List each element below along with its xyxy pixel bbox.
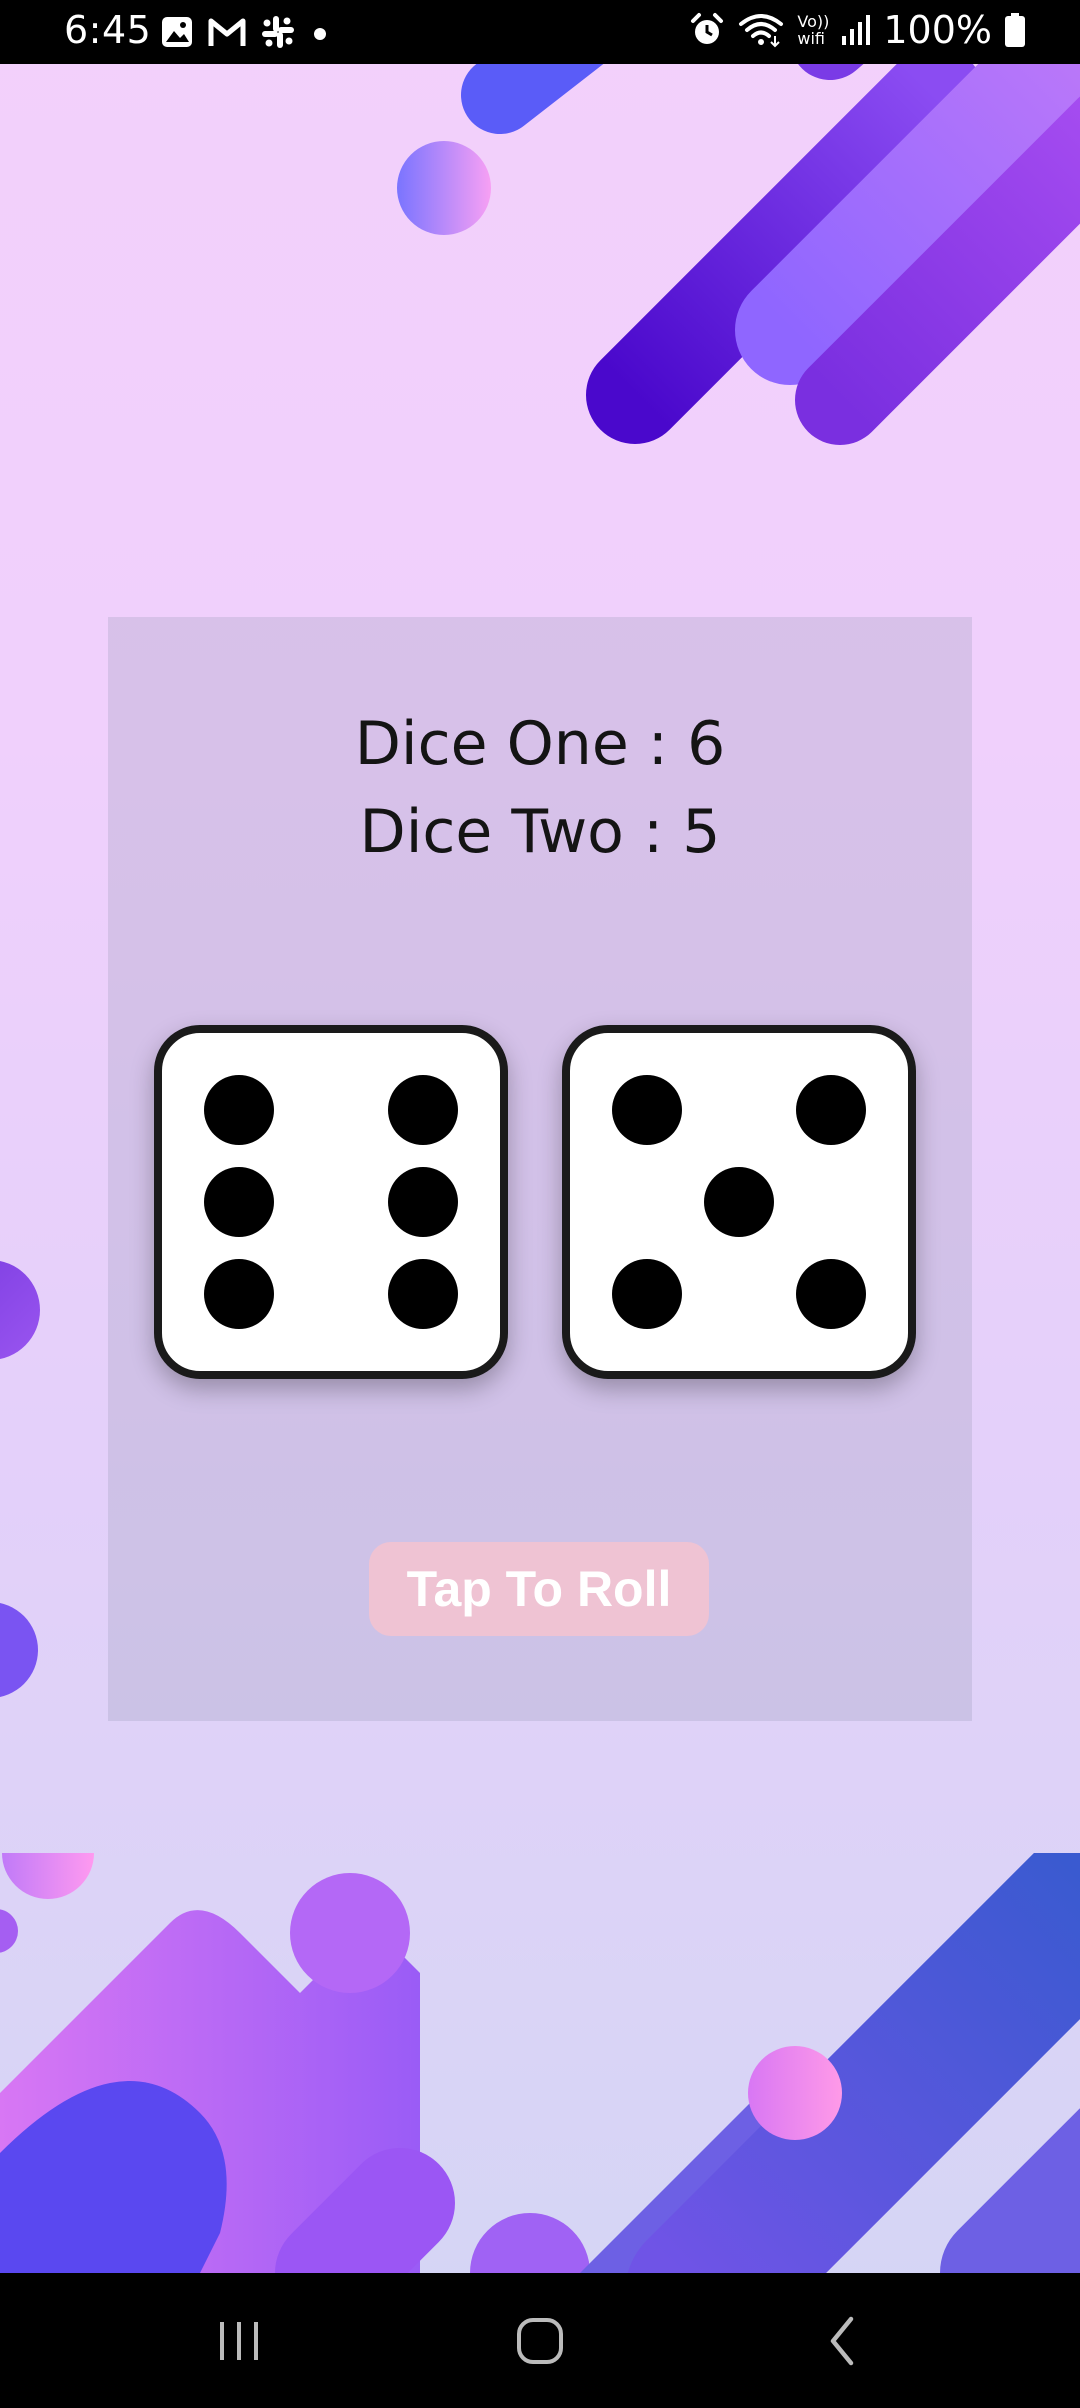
tap-to-roll-button[interactable]: Tap To Roll — [369, 1542, 709, 1636]
home-icon[interactable] — [495, 2303, 585, 2379]
dice-two-label: Dice Two : 5 — [359, 797, 721, 867]
gallery-icon — [160, 15, 194, 49]
wifi-icon — [737, 12, 785, 48]
signal-icon — [841, 14, 871, 46]
pip — [612, 1075, 682, 1145]
navigation-bar — [0, 2273, 1080, 2408]
alarm-icon — [689, 12, 725, 48]
pip — [612, 1259, 682, 1329]
pip — [388, 1167, 458, 1237]
vowifi-icon: Vo)) wifi — [797, 13, 829, 47]
battery-percentage: 100% — [883, 8, 992, 52]
pip — [204, 1075, 274, 1145]
pip — [388, 1075, 458, 1145]
pip — [796, 1259, 866, 1329]
status-bar: 6:45 Vo)) wifi 100% — [0, 0, 1080, 64]
slack-icon — [260, 14, 296, 50]
recents-icon[interactable] — [194, 2303, 284, 2379]
gmail-icon — [208, 16, 246, 48]
pip — [704, 1167, 774, 1237]
battery-icon — [1004, 12, 1026, 48]
status-time: 6:45 — [64, 8, 152, 52]
bottom-decoration — [0, 1853, 1080, 2273]
back-icon[interactable] — [798, 2303, 888, 2379]
pip — [796, 1075, 866, 1145]
pip — [388, 1259, 458, 1329]
dot-icon — [310, 22, 330, 42]
screen: 6:45 Vo)) wifi 100% Dice One: 6 Dice Tw… — [0, 0, 1080, 2408]
dice-two — [562, 1025, 916, 1379]
top-decoration — [397, 0, 1080, 445]
dice-one — [154, 1025, 508, 1379]
status-system-icons: Vo)) wifi 100% — [689, 8, 1026, 52]
vowifi-text-bottom: wifi — [797, 29, 825, 48]
pip — [204, 1167, 274, 1237]
status-notification-icons — [160, 14, 330, 50]
left-edge-decoration — [0, 1261, 40, 1697]
vowifi-text-top: Vo)) — [797, 12, 830, 31]
dice-one-label: Dice One : 6 — [354, 709, 726, 779]
pip — [204, 1259, 274, 1329]
dice-panel: Dice One : 6 Dice Two : 5 Tap To Roll — [108, 617, 972, 1721]
